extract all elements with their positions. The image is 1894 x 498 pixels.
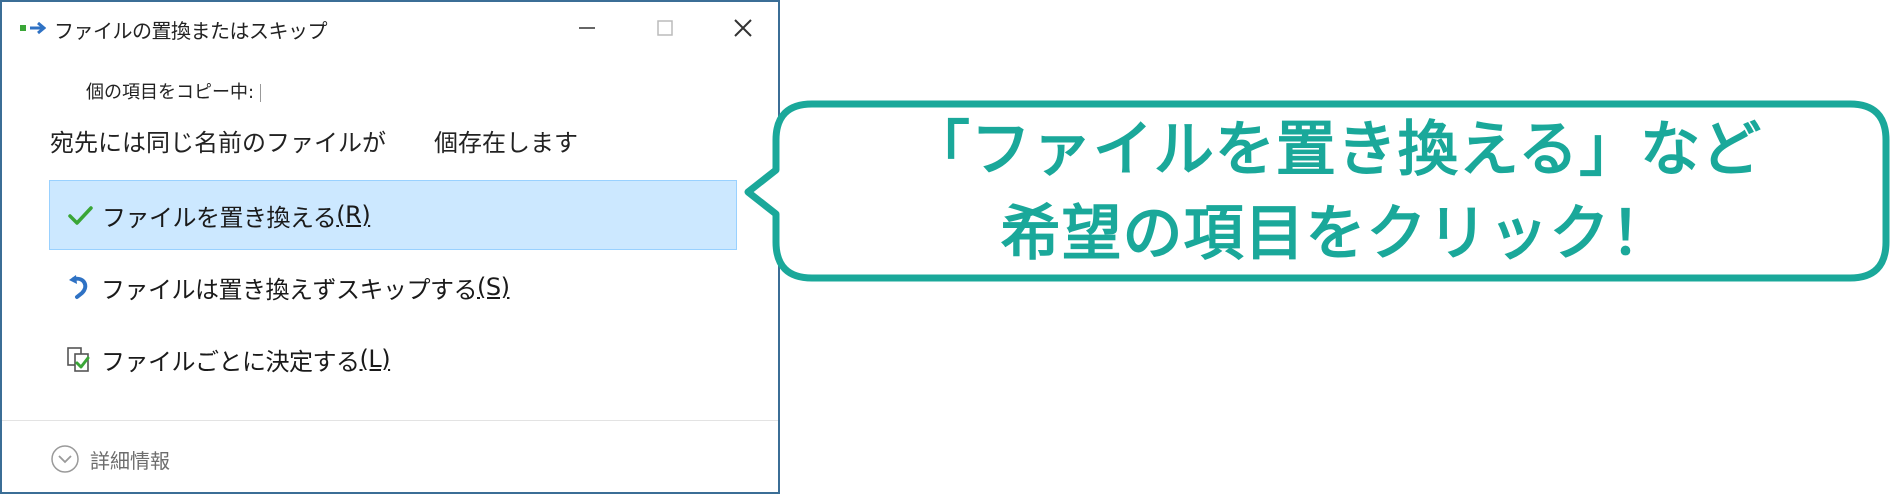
copy-status-text: 個の項目をコピー中: (86, 78, 262, 104)
maximize-icon (657, 20, 673, 36)
close-icon (734, 19, 752, 37)
more-details-toggle[interactable]: 詳細情報 (50, 442, 170, 476)
replace-option-shortcut: (R) (336, 201, 371, 229)
title-bar[interactable]: ファイルの置換またはスキップ (2, 2, 778, 54)
callout-message: 「ファイルを置き換える」など 希望の項目をクリック！ (786, 104, 1886, 280)
callout-line-2: 希望の項目をクリック！ (1000, 199, 1672, 269)
close-button[interactable] (704, 2, 782, 54)
skip-arrow-icon (69, 275, 88, 299)
skip-file-option[interactable]: ファイルは置き換えずスキップする (S) (49, 252, 737, 322)
callout-line-1: 「ファイルを置き換える」など (909, 115, 1763, 185)
text-caret (260, 84, 262, 102)
chevron-down-circle-icon (51, 445, 79, 473)
minimize-icon (579, 27, 595, 29)
decide-each-file-option[interactable]: ファイルごとに決定する (L) (49, 324, 737, 394)
skip-option-shortcut: (S) (477, 273, 510, 301)
compare-files-icon (67, 347, 90, 372)
destination-message: 宛先には同じ名前のファイルが 個存在します (50, 129, 578, 157)
replace-option-label: ファイルを置き換える (102, 203, 337, 232)
copy-status-label: 個の項目をコピー中: (86, 82, 255, 103)
decide-option-shortcut: (L) (359, 345, 391, 373)
dialog-title: ファイルの置換またはスキップ (54, 19, 328, 43)
more-details-label: 詳細情報 (90, 448, 170, 473)
maximize-button[interactable] (626, 2, 704, 54)
checkmark-icon (68, 206, 93, 225)
file-move-icon (20, 22, 46, 35)
replace-file-option[interactable]: ファイルを置き換える (R) (49, 180, 737, 250)
skip-option-label: ファイルは置き換えずスキップする (101, 275, 478, 304)
minimize-button[interactable] (548, 2, 626, 54)
decide-option-label: ファイルごとに決定する (101, 347, 360, 376)
divider (2, 420, 778, 421)
replace-or-skip-dialog: ファイルの置換またはスキップ 個の項目をコピー中: 宛先には同じ名前のファイルが… (0, 0, 780, 494)
